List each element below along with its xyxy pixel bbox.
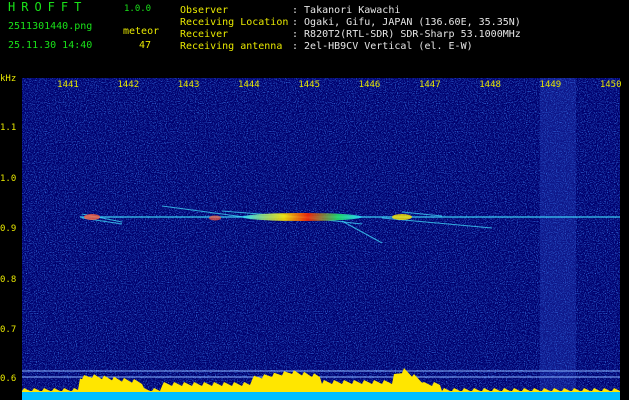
antenna-value: : 2el-HB9CV Vertical (el. E-W)	[292, 41, 473, 52]
x-tick-label: 1448	[479, 80, 501, 90]
spectrogram	[22, 78, 620, 400]
app-version: 1.0.0	[124, 4, 152, 14]
observer-label: Observer	[180, 5, 229, 16]
location-label: Receiving Location	[180, 17, 289, 28]
meteor-count: 47	[139, 40, 152, 51]
y-tick-label: 1.1	[0, 123, 17, 133]
meteor-echo	[84, 214, 100, 220]
x-tick-label: 1446	[358, 80, 381, 90]
y-tick-label: 0.8	[0, 275, 17, 285]
x-tick-label: 1442	[117, 80, 140, 90]
x-tick-label: 1450	[599, 80, 622, 90]
y-tick-label: 1.0	[0, 174, 17, 184]
app-title: HROFFT	[8, 0, 88, 14]
receiver-label: Receiver	[180, 29, 229, 40]
noise-floor	[22, 392, 620, 400]
location-value: : Ogaki, Gifu, JAPAN (136.60E, 35.35N)	[292, 17, 521, 28]
x-tick-label: 1444	[238, 80, 260, 90]
y-tick-label: 0.6	[0, 374, 17, 384]
noise-texture	[22, 78, 620, 400]
file-datetime: 25.11.30 14:40	[8, 40, 93, 51]
x-tick-label: 1447	[418, 80, 441, 90]
observer-value: : Takanori Kawachi	[292, 5, 401, 16]
y-tick-label: 0.7	[0, 325, 17, 335]
y-tick-label: 0.9	[0, 224, 17, 234]
meteor-echo	[209, 215, 221, 221]
meteor-echo-main	[242, 213, 362, 221]
x-tick-label: 1449	[539, 80, 562, 90]
receiver-value: : R820T2(RTL-SDR) SDR-Sharp 53.1000MHz	[292, 29, 521, 40]
y-axis-unit: kHz	[0, 74, 17, 84]
antenna-label: Receiving antenna	[180, 41, 283, 52]
x-tick-label: 1445	[298, 80, 321, 90]
noise-band	[540, 78, 576, 400]
meteor-echo	[392, 214, 412, 220]
file-name: 2511301440.png	[8, 21, 93, 32]
x-tick-label: 1441	[57, 80, 79, 90]
x-tick-label: 1443	[177, 80, 200, 90]
meteor-label: meteor	[123, 26, 160, 37]
